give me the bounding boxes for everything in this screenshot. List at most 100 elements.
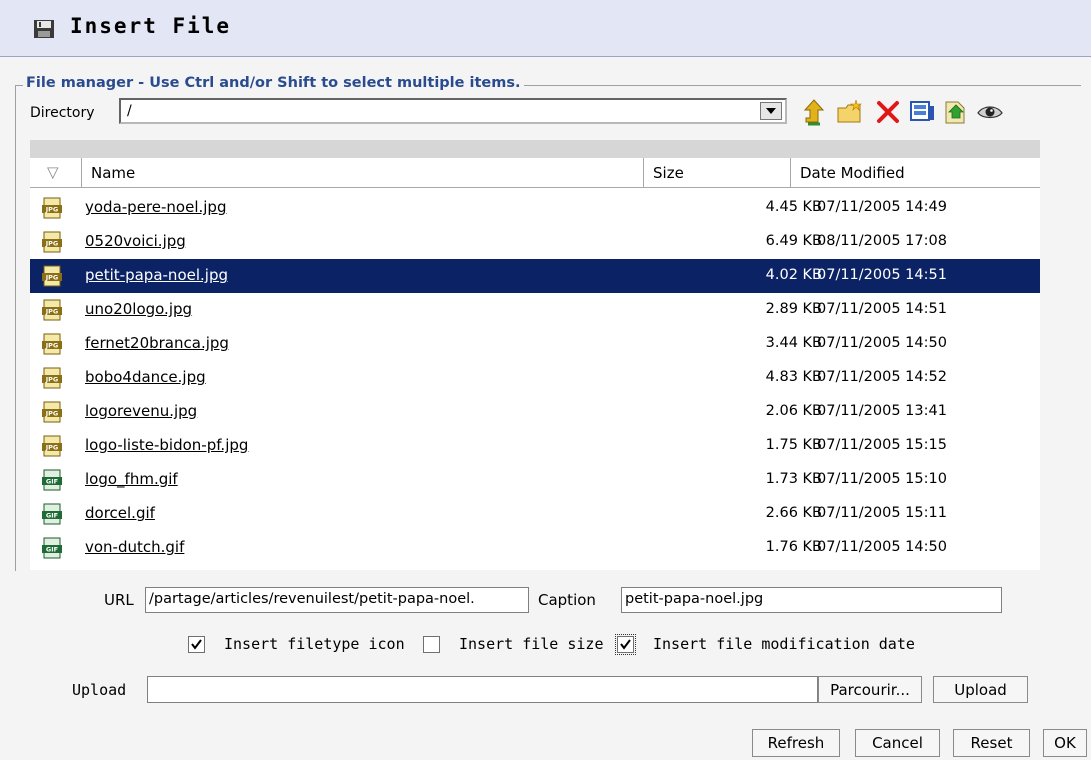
file-row[interactable]: JPG bobo4dance.jpg 4.83 KB 07/11/2005 14…	[30, 361, 1040, 395]
gif-file-icon: GIF	[42, 503, 62, 525]
svg-text:JPG: JPG	[45, 274, 59, 282]
jpg-file-icon: JPG	[42, 333, 62, 355]
svg-text:GIF: GIF	[46, 512, 58, 520]
file-name[interactable]: uno20logo.jpg	[85, 300, 192, 318]
name-column-header[interactable]: Name	[82, 158, 644, 188]
file-size: 2.06 KB	[765, 403, 822, 419]
file-size: 2.89 KB	[765, 301, 822, 317]
cancel-button[interactable]: Cancel	[855, 729, 940, 757]
file-name[interactable]: fernet20branca.jpg	[85, 334, 229, 352]
browse-button[interactable]: Parcourir...	[818, 676, 922, 703]
insert-file-date-label: Insert file modification date	[653, 635, 915, 653]
checkmark-icon	[620, 639, 631, 650]
directory-select[interactable]: /	[119, 98, 787, 124]
svg-text:JPG: JPG	[45, 410, 59, 418]
file-row[interactable]: JPG fernet20branca.jpg 3.44 KB 07/11/200…	[30, 327, 1040, 361]
jpg-file-icon: JPG	[42, 367, 62, 389]
file-date: 07/11/2005 14:49	[817, 199, 947, 215]
thumbnail-view-icon[interactable]	[908, 98, 936, 126]
upload-file-input[interactable]	[147, 676, 818, 703]
file-date: 08/11/2005 17:08	[817, 233, 947, 249]
svg-text:JPG: JPG	[45, 376, 59, 384]
url-value: /partage/articles/revenuilest/petit-papa…	[149, 591, 475, 607]
file-row[interactable]: JPG logorevenu.jpg 2.06 KB 07/11/2005 13…	[30, 395, 1040, 429]
file-date: 07/11/2005 15:11	[817, 505, 947, 521]
directory-dropdown-button[interactable]	[760, 102, 782, 120]
file-name[interactable]: von-dutch.gif	[85, 538, 184, 556]
insert-filetype-icon-label: Insert filetype icon	[224, 635, 405, 653]
file-date: 07/11/2005 13:41	[817, 403, 947, 419]
file-row[interactable]: JPG 0520voici.jpg 6.49 KB 08/11/2005 17:…	[30, 225, 1040, 259]
sort-column-header[interactable]: ▽	[30, 158, 82, 188]
file-date: 07/11/2005 14:50	[817, 335, 947, 351]
file-row[interactable]: JPG yoda-pere-noel.jpg 4.45 KB 07/11/200…	[30, 191, 1040, 225]
date-column-header[interactable]: Date Modified	[791, 158, 1040, 188]
gif-file-icon: GIF	[42, 469, 62, 491]
file-name[interactable]: logo_fhm.gif	[85, 470, 178, 488]
file-name[interactable]: 0520voici.jpg	[85, 232, 186, 250]
file-size: 4.83 KB	[765, 369, 822, 385]
file-date: 07/11/2005 14:51	[817, 267, 947, 283]
jpg-file-icon: JPG	[42, 435, 62, 457]
jpg-file-icon: JPG	[42, 401, 62, 423]
file-row-selected[interactable]: JPG petit-papa-noel.jpg 4.02 KB 07/11/20…	[30, 259, 1040, 293]
delete-icon[interactable]	[874, 98, 902, 126]
file-size: 4.45 KB	[765, 199, 822, 215]
file-manager-legend: File manager - Use Ctrl and/or Shift to …	[23, 75, 524, 91]
preview-eye-icon[interactable]	[976, 98, 1004, 126]
file-name[interactable]: logorevenu.jpg	[85, 402, 197, 420]
file-row[interactable]: GIF logo_fhm.gif 1.73 KB 07/11/2005 15:1…	[30, 463, 1040, 497]
insert-file-size-checkbox[interactable]	[423, 636, 440, 653]
file-date: 07/11/2005 14:52	[817, 369, 947, 385]
svg-text:GIF: GIF	[46, 546, 58, 554]
floppy-disk-icon	[34, 20, 54, 38]
jpg-file-icon: JPG	[42, 299, 62, 321]
svg-text:JPG: JPG	[45, 240, 59, 248]
svg-text:JPG: JPG	[45, 444, 59, 452]
up-folder-icon[interactable]	[800, 98, 828, 126]
file-size: 1.76 KB	[765, 539, 822, 555]
file-size: 3.44 KB	[765, 335, 822, 351]
insert-file-size-label: Insert file size	[459, 635, 604, 653]
file-name[interactable]: dorcel.gif	[85, 504, 155, 522]
file-name[interactable]: logo-liste-bidon-pf.jpg	[85, 436, 248, 454]
caption-label: Caption	[538, 591, 596, 609]
ok-button[interactable]: OK	[1043, 729, 1087, 757]
size-column-header[interactable]: Size	[644, 158, 791, 188]
chevron-down-icon	[766, 108, 776, 114]
insert-filetype-icon-checkbox[interactable]	[188, 636, 205, 653]
svg-text:JPG: JPG	[45, 308, 59, 316]
upload-icon[interactable]	[942, 98, 970, 126]
checkmark-icon	[191, 639, 202, 650]
new-folder-icon[interactable]	[836, 98, 864, 126]
file-row[interactable]: GIF von-dutch.gif 1.76 KB 07/11/2005 14:…	[30, 531, 1040, 565]
svg-text:JPG: JPG	[45, 206, 59, 214]
caption-field[interactable]: petit-papa-noel.jpg	[621, 587, 1002, 613]
file-name[interactable]: petit-papa-noel.jpg	[85, 266, 228, 284]
title-bar: Insert File	[0, 0, 1091, 57]
file-list-header-band	[30, 140, 1040, 158]
file-row[interactable]: JPG logo-liste-bidon-pf.jpg 1.75 KB 07/1…	[30, 429, 1040, 463]
gif-file-icon: GIF	[42, 537, 62, 559]
url-field[interactable]: /partage/articles/revenuilest/petit-papa…	[145, 587, 529, 613]
upload-button[interactable]: Upload	[933, 676, 1028, 703]
file-row[interactable]: GIF dorcel.gif 2.66 KB 07/11/2005 15:11	[30, 497, 1040, 531]
file-size: 6.49 KB	[765, 233, 822, 249]
jpg-file-icon: JPG	[42, 231, 62, 253]
file-size: 4.02 KB	[765, 267, 822, 283]
file-size: 1.73 KB	[765, 471, 822, 487]
svg-text:GIF: GIF	[46, 478, 58, 486]
jpg-file-icon: JPG	[42, 265, 62, 287]
file-date: 07/11/2005 15:10	[817, 471, 947, 487]
file-name[interactable]: bobo4dance.jpg	[85, 368, 206, 386]
reset-button[interactable]: Reset	[953, 729, 1030, 757]
file-size: 1.75 KB	[765, 437, 822, 453]
refresh-button[interactable]: Refresh	[752, 729, 840, 757]
file-row[interactable]: JPG uno20logo.jpg 2.89 KB 07/11/2005 14:…	[30, 293, 1040, 327]
window-title: Insert File	[70, 14, 232, 38]
upload-label: Upload	[72, 681, 127, 699]
file-name[interactable]: yoda-pere-noel.jpg	[85, 198, 226, 216]
url-label: URL	[104, 591, 134, 609]
caption-value: petit-papa-noel.jpg	[625, 591, 764, 607]
insert-file-date-checkbox[interactable]	[615, 634, 636, 655]
